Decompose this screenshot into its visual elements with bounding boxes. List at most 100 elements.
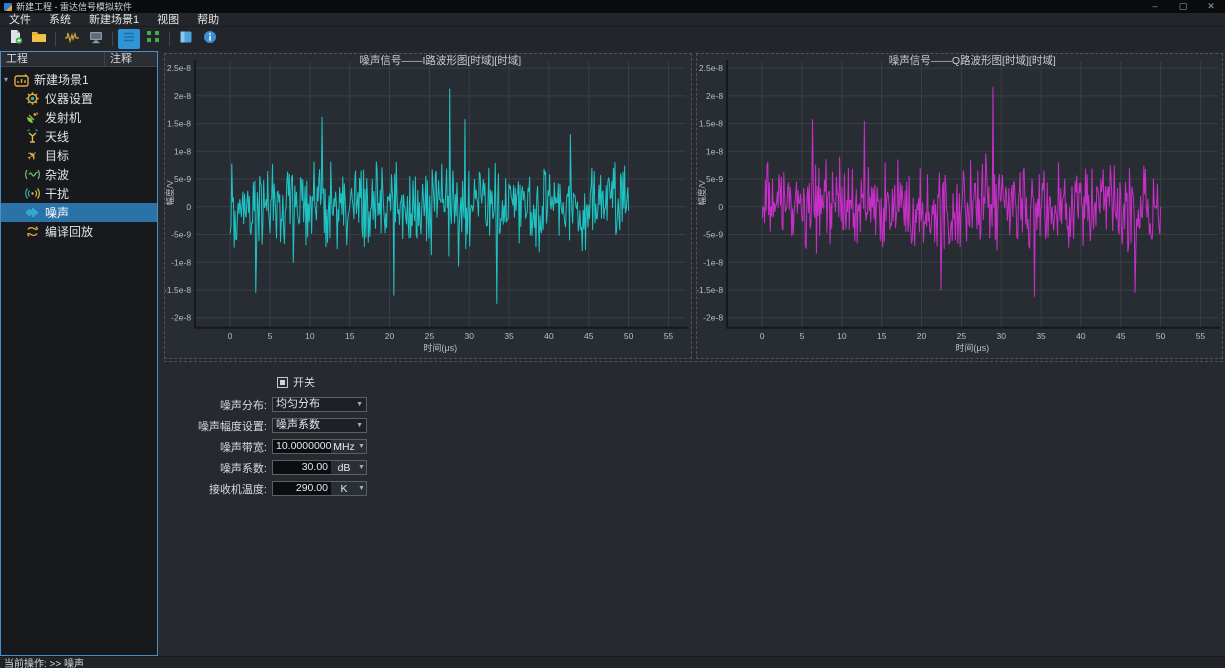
noise-figure-label: 噪声系数: (162, 460, 272, 476)
transmitter-icon (24, 110, 40, 125)
close-button[interactable]: ✕ (1197, 1, 1225, 12)
sidebar-header: 工程 注释 (1, 52, 157, 67)
menu-file[interactable]: 文件 (0, 13, 40, 27)
svg-text:-1.5e-8: -1.5e-8 (165, 285, 191, 295)
chevron-down-icon[interactable]: ▼ (357, 443, 366, 450)
svg-text:40: 40 (1076, 331, 1086, 341)
menu-help[interactable]: 帮助 (188, 13, 228, 27)
tree-item-clutter[interactable]: 杂波 (1, 165, 157, 184)
column-comment[interactable]: 注释 (105, 52, 157, 66)
maximize-button[interactable]: ▢ (1169, 1, 1197, 12)
new-project-button[interactable] (4, 29, 26, 49)
panel-view-button[interactable] (175, 29, 197, 49)
svg-text:噪声信号——I路波形图[时域][时域]: 噪声信号——I路波形图[时域][时域] (359, 54, 521, 67)
noise-figure-value[interactable]: 30.00 (273, 461, 331, 474)
noise-amplitude-setting-label: 噪声幅度设置: (162, 418, 272, 434)
svg-text:20: 20 (385, 331, 395, 341)
tree-item-antenna[interactable]: 天线 (1, 127, 157, 146)
checkbox-fill (280, 380, 285, 385)
clutter-icon (24, 167, 40, 182)
noise-bandwidth-value[interactable]: 10.000000000 (273, 440, 331, 453)
toolbar-separator (112, 32, 113, 46)
svg-text:25: 25 (425, 331, 435, 341)
tree-item-label: 编译回放 (45, 223, 93, 240)
tree-item-noise[interactable]: 噪声 (1, 203, 157, 222)
tile-windows-icon (146, 30, 160, 48)
app-icon (4, 3, 12, 11)
info-button[interactable] (199, 29, 221, 49)
receiver-temperature-unit: K (331, 483, 357, 495)
chevron-down-icon: ▼ (356, 422, 363, 429)
svg-text:35: 35 (504, 331, 514, 341)
collapse-caret-icon[interactable]: ▾ (4, 75, 13, 84)
noise-distribution-row: 噪声分布: 均匀分布 ▼ (162, 397, 1225, 412)
switch-checkbox[interactable] (277, 377, 288, 388)
tree-item-transmitter[interactable]: 发射机 (1, 108, 157, 127)
svg-text:2.5e-8: 2.5e-8 (698, 63, 722, 73)
svg-text:2.5e-8: 2.5e-8 (167, 63, 191, 73)
receiver-temperature-field[interactable]: 290.00 K ▼ (272, 481, 367, 496)
svg-text:-1e-8: -1e-8 (171, 257, 191, 267)
svg-text:55: 55 (664, 331, 674, 341)
interference-icon (24, 186, 40, 201)
tree-item-interference[interactable]: 干扰 (1, 184, 157, 203)
svg-text:0: 0 (718, 202, 723, 212)
noise-figure-field[interactable]: 30.00 dB ▼ (272, 460, 367, 475)
toolbar (0, 27, 1225, 51)
noise-bandwidth-field[interactable]: 10.000000000 MHz ▼ (272, 439, 367, 454)
tree-item-compile-replay[interactable]: 编译回放 (1, 222, 157, 241)
svg-text:1.5e-8: 1.5e-8 (698, 119, 722, 129)
menu-view[interactable]: 视图 (148, 13, 188, 27)
receiver-temperature-row: 接收机温度: 290.00 K ▼ (162, 481, 1225, 496)
tree-item-label: 目标 (45, 147, 69, 164)
noise-bandwidth-row: 噪声带宽: 10.000000000 MHz ▼ (162, 439, 1225, 454)
open-project-button[interactable] (28, 29, 50, 49)
tree-item-scene-root[interactable]: ▾ 新建场景1 (1, 70, 157, 89)
receiver-temperature-value[interactable]: 290.00 (273, 482, 331, 495)
noise-amplitude-setting-select[interactable]: 噪声系数 ▼ (272, 418, 367, 433)
menu-bar: 文件 系统 新建场景1 视图 帮助 (0, 13, 1225, 27)
tree-item-instrument-settings[interactable]: 仪器设置 (1, 89, 157, 108)
svg-text:1e-8: 1e-8 (706, 146, 723, 156)
waveform-view-button[interactable] (61, 29, 83, 49)
layout-list-icon (122, 30, 136, 48)
selected-value: 均匀分布 (276, 398, 356, 411)
tile-windows-button[interactable] (142, 29, 164, 49)
svg-text:噪声信号——Q路波形图[时域][时域]: 噪声信号——Q路波形图[时域][时域] (888, 54, 1055, 67)
tree-item-target[interactable]: ✈ 目标 (1, 146, 157, 165)
target-icon: ✈ (24, 148, 40, 163)
project-tree: ▾ 新建场景1 仪器设置 发射机 天线 ✈ 目标 (1, 67, 157, 655)
noise-distribution-label: 噪声分布: (162, 397, 272, 413)
project-sidebar: 工程 注释 ▾ 新建场景1 仪器设置 发射机 (0, 51, 158, 656)
svg-text:时间(μs): 时间(μs) (955, 342, 989, 353)
switch-label: 开关 (293, 374, 315, 390)
menu-system[interactable]: 系统 (40, 13, 80, 27)
window-title: 新建工程 - 雷达信号模拟软件 (16, 0, 1141, 13)
layout-view-button[interactable] (118, 29, 140, 49)
menu-scene[interactable]: 新建场景1 (80, 13, 148, 27)
tree-item-label: 噪声 (45, 204, 69, 221)
chevron-down-icon[interactable]: ▼ (357, 464, 366, 471)
noise-settings-form: 开关 噪声分布: 均匀分布 ▼ 噪声幅度设置: 噪声系数 ▼ (162, 362, 1225, 502)
svg-text:20: 20 (916, 331, 926, 341)
noise-figure-unit: dB (331, 462, 357, 474)
column-project[interactable]: 工程 (1, 52, 105, 66)
minimize-button[interactable]: – (1141, 1, 1169, 12)
svg-text:40: 40 (544, 331, 554, 341)
chevron-down-icon[interactable]: ▼ (357, 485, 366, 492)
svg-text:-5e-9: -5e-9 (171, 230, 191, 240)
noise-amplitude-setting-row: 噪声幅度设置: 噪声系数 ▼ (162, 418, 1225, 433)
content-area: 工程 注释 ▾ 新建场景1 仪器设置 发射机 (0, 51, 1225, 656)
receiver-temperature-label: 接收机温度: (162, 481, 272, 497)
svg-text:-2e-8: -2e-8 (703, 313, 723, 323)
antenna-icon (24, 129, 40, 144)
waveform-icon (64, 30, 80, 49)
device-button[interactable] (85, 29, 107, 49)
svg-text:2e-8: 2e-8 (174, 91, 191, 101)
i-channel-noise-chart: 2.5e-82e-81.5e-81e-85e-90-5e-9-1e-8-1.5e… (165, 54, 691, 358)
svg-text:-1e-8: -1e-8 (703, 257, 723, 267)
svg-text:45: 45 (584, 331, 594, 341)
main-area: 2.5e-82e-81.5e-81e-85e-90-5e-9-1e-8-1.5e… (158, 51, 1225, 656)
noise-distribution-select[interactable]: 均匀分布 ▼ (272, 397, 367, 412)
svg-text:幅度/V: 幅度/V (165, 180, 175, 205)
